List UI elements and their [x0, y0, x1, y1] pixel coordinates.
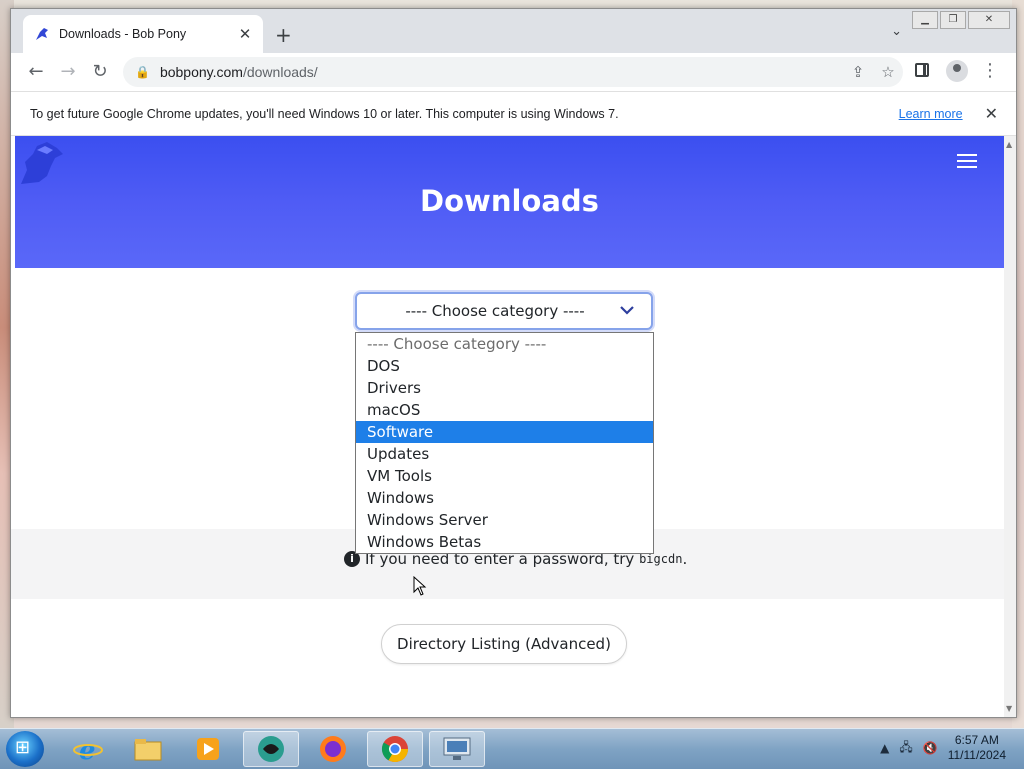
- clock[interactable]: 6:57 AM 11/11/2024: [948, 733, 1006, 763]
- hamburger-menu-icon[interactable]: [957, 154, 977, 172]
- remote-desktop-icon[interactable]: [429, 731, 485, 767]
- firefox-icon[interactable]: [305, 731, 361, 767]
- dropdown-option[interactable]: DOS: [356, 355, 653, 377]
- tab-search-chevron-icon[interactable]: ⌄: [891, 24, 902, 39]
- bookmark-star-icon[interactable]: ☆: [873, 63, 903, 81]
- profile-avatar-icon[interactable]: [946, 60, 968, 82]
- network-icon[interactable]: 🖧: [899, 738, 912, 759]
- dropdown-option[interactable]: Windows Betas: [356, 531, 653, 553]
- bobpony-favicon-icon: [36, 28, 48, 40]
- url-text: bobpony.com/downloads/: [159, 64, 318, 80]
- start-button[interactable]: [6, 731, 44, 767]
- side-panel-icon[interactable]: [915, 63, 929, 77]
- restore-button[interactable]: ❐: [940, 11, 966, 29]
- clock-date: 11/11/2024: [947, 748, 1006, 762]
- unknown-app-icon[interactable]: [243, 731, 299, 767]
- page-header: Downloads: [15, 136, 1004, 268]
- media-player-icon[interactable]: [180, 731, 236, 767]
- dropdown-option[interactable]: ---- Choose category ----: [356, 333, 653, 355]
- category-select-value: ---- Choose category ----: [405, 302, 585, 320]
- chrome-icon[interactable]: [367, 731, 423, 767]
- directory-listing-button[interactable]: Directory Listing (Advanced): [381, 624, 627, 664]
- tab-close-icon[interactable]: ✕: [235, 25, 255, 43]
- dropdown-option[interactable]: VM Tools: [356, 465, 653, 487]
- dropdown-option[interactable]: Updates: [356, 443, 653, 465]
- learn-more-link[interactable]: Learn more: [899, 107, 963, 121]
- window-controls: ▁ ❐ ✕: [912, 11, 1010, 29]
- new-tab-button[interactable]: +: [275, 23, 292, 47]
- system-tray: ▲ 🖧 🔇 6:57 AM 11/11/2024: [880, 733, 1006, 763]
- browser-toolbar: ← → ↻ 🔒 bobpony.com/downloads/ ⇪ ☆ ⋮: [11, 53, 1016, 92]
- svg-text:e: e: [79, 736, 96, 764]
- address-bar[interactable]: 🔒 bobpony.com/downloads/ ⇪ ☆: [123, 57, 903, 87]
- lock-icon[interactable]: 🔒: [135, 65, 150, 79]
- category-select[interactable]: ---- Choose category ----: [355, 292, 653, 330]
- dropdown-option[interactable]: Windows: [356, 487, 653, 509]
- notice-code: bigcdn: [639, 552, 683, 566]
- page-scrollbar[interactable]: ▲ ▼: [1004, 136, 1016, 717]
- share-icon[interactable]: ⇪: [843, 63, 873, 81]
- infobar-close-icon[interactable]: ✕: [985, 104, 998, 123]
- tab-title: Downloads - Bob Pony: [59, 27, 187, 41]
- mouse-cursor-icon: [413, 576, 427, 596]
- minimize-button[interactable]: ▁: [912, 11, 938, 29]
- chevron-down-icon: [619, 304, 639, 319]
- close-window-button[interactable]: ✕: [968, 11, 1010, 29]
- chrome-window: Downloads - Bob Pony ✕ + ⌄ ▁ ❐ ✕ ← → ↻ 🔒…: [10, 8, 1017, 718]
- page-title: Downloads: [420, 184, 599, 218]
- clock-time: 6:57 AM: [954, 733, 999, 747]
- notice-period: .: [682, 550, 688, 568]
- tab-downloads[interactable]: Downloads - Bob Pony ✕: [23, 15, 263, 53]
- reload-button[interactable]: ↻: [89, 61, 111, 83]
- page-viewport: Downloads ---- Choose category ---- i If…: [11, 136, 1004, 717]
- dropdown-option[interactable]: Windows Server: [356, 509, 653, 531]
- forward-button[interactable]: →: [57, 61, 79, 83]
- scroll-up-icon[interactable]: ▲: [1006, 140, 1012, 149]
- file-explorer-icon[interactable]: [120, 731, 176, 767]
- windows-taskbar: e ▲ 🖧 🔇 6:57 AM 11/11/2024: [0, 728, 1024, 769]
- update-infobar: To get future Google Chrome updates, you…: [11, 92, 1016, 136]
- internet-explorer-icon[interactable]: e: [60, 731, 116, 767]
- dropdown-option-highlighted[interactable]: Software: [356, 421, 653, 443]
- show-hidden-icons-icon[interactable]: ▲: [880, 741, 889, 755]
- chrome-menu-icon[interactable]: ⋮: [981, 60, 999, 81]
- back-button[interactable]: ←: [25, 61, 47, 83]
- infobar-message: To get future Google Chrome updates, you…: [30, 106, 619, 121]
- scroll-down-icon[interactable]: ▼: [1006, 704, 1012, 713]
- dropdown-option[interactable]: Drivers: [356, 377, 653, 399]
- tab-strip: Downloads - Bob Pony ✕ + ⌄ ▁ ❐ ✕: [11, 9, 1016, 53]
- bobpony-logo-icon[interactable]: [17, 140, 65, 188]
- category-dropdown-list: ---- Choose category ---- DOS Drivers ma…: [355, 332, 654, 554]
- volume-muted-icon[interactable]: 🔇: [923, 741, 938, 755]
- dropdown-option[interactable]: macOS: [356, 399, 653, 421]
